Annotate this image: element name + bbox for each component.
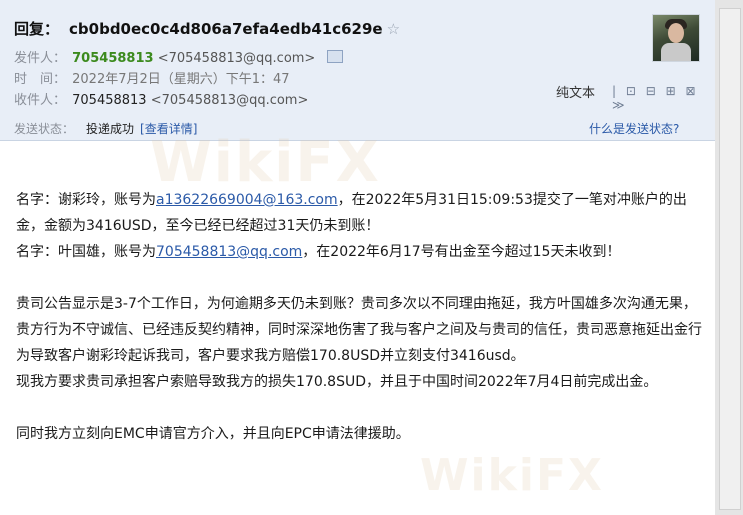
toolbar-icons[interactable]: | ⊡ ⊟ ⊞ ⊠ ≫ bbox=[612, 84, 715, 112]
recipient-name[interactable]: 705458813 bbox=[72, 93, 146, 108]
to-label: 收件人： bbox=[14, 93, 67, 108]
time-line: 时 间： 2022年7月2日（星期六）下午1：47 bbox=[14, 68, 290, 87]
body-line-2: 名字：叶国雄，账号为705458813@qq.com，在2022年6月17号有出… bbox=[16, 239, 706, 265]
from-line: 发件人： 705458813 <705458813@qq.com> bbox=[14, 47, 344, 66]
watermark-bottom: WikiFX bbox=[420, 450, 604, 501]
vertical-scrollbar[interactable] bbox=[715, 0, 743, 515]
subject-label: 回复： bbox=[14, 20, 60, 38]
sender-address: <705458813@qq.com> bbox=[157, 51, 316, 66]
to-line: 收件人： 705458813 <705458813@qq.com> bbox=[14, 89, 308, 108]
body-paragraph-3: 现我方要求贵司承担客户索赔导致我方的损失170.8SUD，并且于中国时间2022… bbox=[16, 374, 658, 390]
body-paragraph-4: 同时我方立刻向EMC申请官方介入，并且向EPC申请法律援助。 bbox=[16, 426, 410, 442]
avatar-body bbox=[661, 43, 691, 61]
body-line-1: 名字：谢彩玲，账号为a13622669004@163.com，在2022年5月3… bbox=[16, 187, 706, 239]
scrollbar-thumb[interactable] bbox=[719, 8, 741, 510]
time-value: 2022年7月2日（星期六）下午1：47 bbox=[72, 72, 290, 87]
avatar-face bbox=[668, 23, 684, 43]
subject-line: 回复： cb0bd0ec0c4d806a7efa4edb41c629e ☆ bbox=[14, 18, 400, 39]
sender-name[interactable]: 705458813 bbox=[72, 51, 153, 66]
status-value: 投递成功 bbox=[86, 122, 135, 136]
plain-text-button[interactable]: 纯文本 bbox=[556, 82, 595, 101]
email-link-1[interactable]: a13622669004@163.com bbox=[156, 192, 338, 208]
line1-prefix: 名字：谢彩玲，账号为 bbox=[16, 192, 156, 208]
delivery-status: 发送状态： 投递成功 [查看详情] bbox=[14, 120, 197, 137]
body-paragraph-2: 贵司公告显示是3-7个工作日，为何逾期多天仍未到账？贵司多次以不同理由拖延，我方… bbox=[16, 296, 702, 364]
mail-body: 名字：谢彩玲，账号为a13622669004@163.com，在2022年5月3… bbox=[16, 187, 706, 447]
mail-header: 回复： cb0bd0ec0c4d806a7efa4edb41c629e ☆ 发件人：… bbox=[0, 0, 715, 141]
subject-text: cb0bd0ec0c4d806a7efa4edb41c629e bbox=[69, 20, 383, 38]
view-details-link[interactable]: [查看详情] bbox=[140, 122, 197, 136]
sender-avatar[interactable] bbox=[652, 14, 700, 62]
line2-suffix: ，在2022年6月17号有出金至今超过15天未收到！ bbox=[302, 244, 621, 260]
line2-prefix: 名字：叶国雄，账号为 bbox=[16, 244, 156, 260]
time-label: 时 间： bbox=[14, 72, 67, 87]
recipient-address: <705458813@qq.com> bbox=[150, 93, 309, 108]
email-link-2[interactable]: 705458813@qq.com bbox=[156, 244, 302, 260]
contact-card-icon[interactable] bbox=[327, 50, 344, 63]
status-label: 发送状态： bbox=[14, 122, 75, 136]
star-icon[interactable]: ☆ bbox=[387, 20, 400, 38]
from-label: 发件人： bbox=[14, 51, 67, 66]
what-is-status-link[interactable]: 什么是发送状态? bbox=[589, 120, 679, 137]
